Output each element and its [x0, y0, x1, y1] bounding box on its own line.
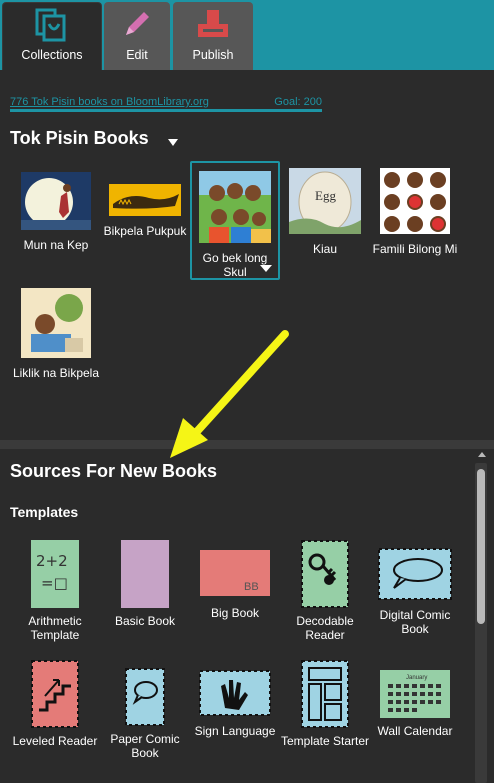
kiau-egg-text: Egg [315, 188, 336, 203]
template-starter[interactable]: Template Starter [280, 660, 370, 748]
book-liklik-na-bikpela[interactable]: Liklik na Bikpela [12, 288, 100, 380]
pane-splitter[interactable] [0, 440, 494, 449]
collection-title: Tok Pisin Books [10, 128, 149, 148]
pencil-icon [126, 12, 149, 35]
tab-publish[interactable]: Publish [173, 2, 253, 70]
sources-scrollbar[interactable] [475, 463, 487, 783]
templates-title: Templates [10, 504, 79, 520]
book-menu-caret-icon[interactable] [260, 265, 272, 272]
template-leveled-reader[interactable]: Leveled Reader [10, 660, 100, 748]
collections-icon [35, 8, 66, 42]
book-title: Kiau [312, 242, 338, 256]
wall-calendar-icon: January [380, 670, 450, 718]
big-book-bb-text: BB [244, 581, 259, 593]
template-label: Basic Book [114, 614, 176, 628]
collection-menu-caret-icon[interactable] [168, 139, 178, 146]
template-label: Sign Language [194, 724, 276, 738]
sources-title: Sources For New Books [10, 461, 218, 481]
svg-text:2+2: 2+2 [36, 552, 68, 570]
tab-collections-label: Collections [21, 48, 83, 62]
book-famili-bilong-mi[interactable]: Famili Bilong Mi [371, 168, 459, 256]
scroll-up-arrow-icon[interactable] [478, 452, 486, 457]
publish-icon [198, 10, 228, 37]
tab-collections[interactable]: Collections [2, 2, 102, 70]
top-tab-bar: Collections Edit Publish [0, 0, 494, 70]
book-kiau[interactable]: Egg Kiau [281, 168, 369, 256]
calendar-month-text: January [406, 675, 427, 681]
sign-language-icon [199, 670, 271, 716]
book-thumbnail [109, 184, 181, 216]
tab-edit[interactable]: Edit [104, 2, 170, 70]
template-wall-calendar[interactable]: January Wall Calendar [370, 670, 460, 738]
book-bikpela-pukpuk[interactable]: Bikpela Pukpuk [101, 184, 189, 238]
big-book-icon: BB [200, 550, 270, 596]
paper-comic-book-icon [125, 668, 165, 726]
book-title: Mun na Kep [23, 238, 89, 252]
tab-publish-label: Publish [192, 48, 234, 62]
template-label: Template Starter [280, 734, 370, 748]
library-goal-bar: 776 Tok Pisin books on BloomLibrary.org … [10, 94, 322, 112]
book-go-bek-long-skul[interactable]: Go bek long Skul [190, 161, 280, 280]
arithmetic-template-icon: 2+2 =□ [31, 540, 79, 608]
template-decodable-reader[interactable]: Decodable Reader [280, 540, 370, 642]
tab-edit-label: Edit [126, 48, 148, 62]
leveled-reader-icon [31, 660, 79, 728]
template-label: Arithmetic Template [28, 614, 82, 642]
library-goal: Goal: 200 [274, 96, 322, 108]
template-label: Paper Comic Book [110, 732, 180, 760]
book-title: Famili Bilong Mi [372, 242, 458, 256]
book-thumbnail [21, 288, 91, 358]
template-paper-comic-book[interactable]: Paper Comic Book [100, 668, 190, 760]
template-label: Decodable Reader [296, 614, 354, 642]
template-basic-book[interactable]: Basic Book [100, 540, 190, 628]
bloom-collection-window: Collections Edit Publish 776 Tok Pisin b… [0, 0, 494, 783]
digital-comic-book-icon [378, 548, 452, 600]
book-title: Bikpela Pukpuk [103, 224, 187, 238]
library-count-link[interactable]: 776 Tok Pisin books on BloomLibrary.org [10, 96, 209, 108]
template-label: Big Book [210, 606, 260, 620]
template-starter-icon [301, 660, 349, 728]
book-thumbnail [199, 171, 271, 243]
decodable-reader-icon [301, 540, 349, 608]
template-sign-language[interactable]: Sign Language [190, 670, 280, 738]
book-thumbnail: Egg [289, 168, 361, 234]
svg-text:=□: =□ [41, 574, 68, 592]
book-mun-na-kep[interactable]: Mun na Kep [12, 172, 100, 252]
book-thumbnail [21, 172, 91, 230]
template-digital-comic-book[interactable]: Digital Comic Book [370, 548, 460, 636]
template-big-book[interactable]: BB Big Book [190, 550, 280, 620]
template-label: Wall Calendar [377, 724, 453, 738]
basic-book-icon [121, 540, 169, 608]
book-thumbnail [380, 168, 450, 234]
book-title: Liklik na Bikpela [12, 366, 100, 380]
template-label: Digital Comic Book [379, 608, 451, 636]
template-arithmetic[interactable]: 2+2 =□ Arithmetic Template [10, 540, 100, 642]
template-label: Leveled Reader [12, 734, 98, 748]
scrollbar-thumb[interactable] [477, 469, 485, 624]
